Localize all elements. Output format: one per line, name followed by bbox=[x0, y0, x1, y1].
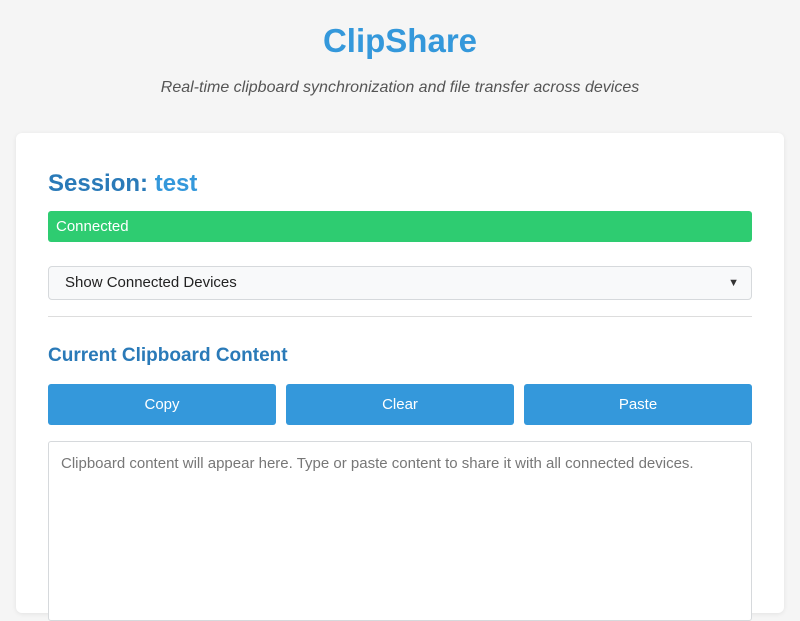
session-heading: Session: test bbox=[48, 170, 752, 198]
devices-dropdown-label: Show Connected Devices bbox=[65, 274, 237, 291]
copy-button[interactable]: Copy bbox=[48, 384, 276, 425]
app-title: ClipShare bbox=[322, 22, 478, 59]
session-card: Session: test Connected Show Connected D… bbox=[16, 133, 784, 621]
page-header: ClipShare Real-time clipboard synchroniz… bbox=[0, 0, 800, 98]
show-connected-devices-dropdown[interactable]: Show Connected Devices ▼ bbox=[48, 266, 752, 300]
clear-button[interactable]: Clear bbox=[286, 384, 514, 425]
paste-button[interactable]: Paste bbox=[524, 384, 752, 425]
connection-status-bar: Connected bbox=[48, 211, 752, 242]
app-subtitle: Real-time clipboard synchronization and … bbox=[160, 79, 640, 96]
session-label: Session: bbox=[48, 170, 149, 197]
session-name: test bbox=[154, 170, 198, 197]
chevron-down-icon: ▼ bbox=[728, 277, 739, 289]
clipboard-button-row: Copy Clear Paste bbox=[48, 384, 752, 425]
divider bbox=[48, 316, 752, 317]
clipboard-content-textarea[interactable] bbox=[48, 441, 752, 621]
clipboard-section-title: Current Clipboard Content bbox=[48, 345, 288, 366]
